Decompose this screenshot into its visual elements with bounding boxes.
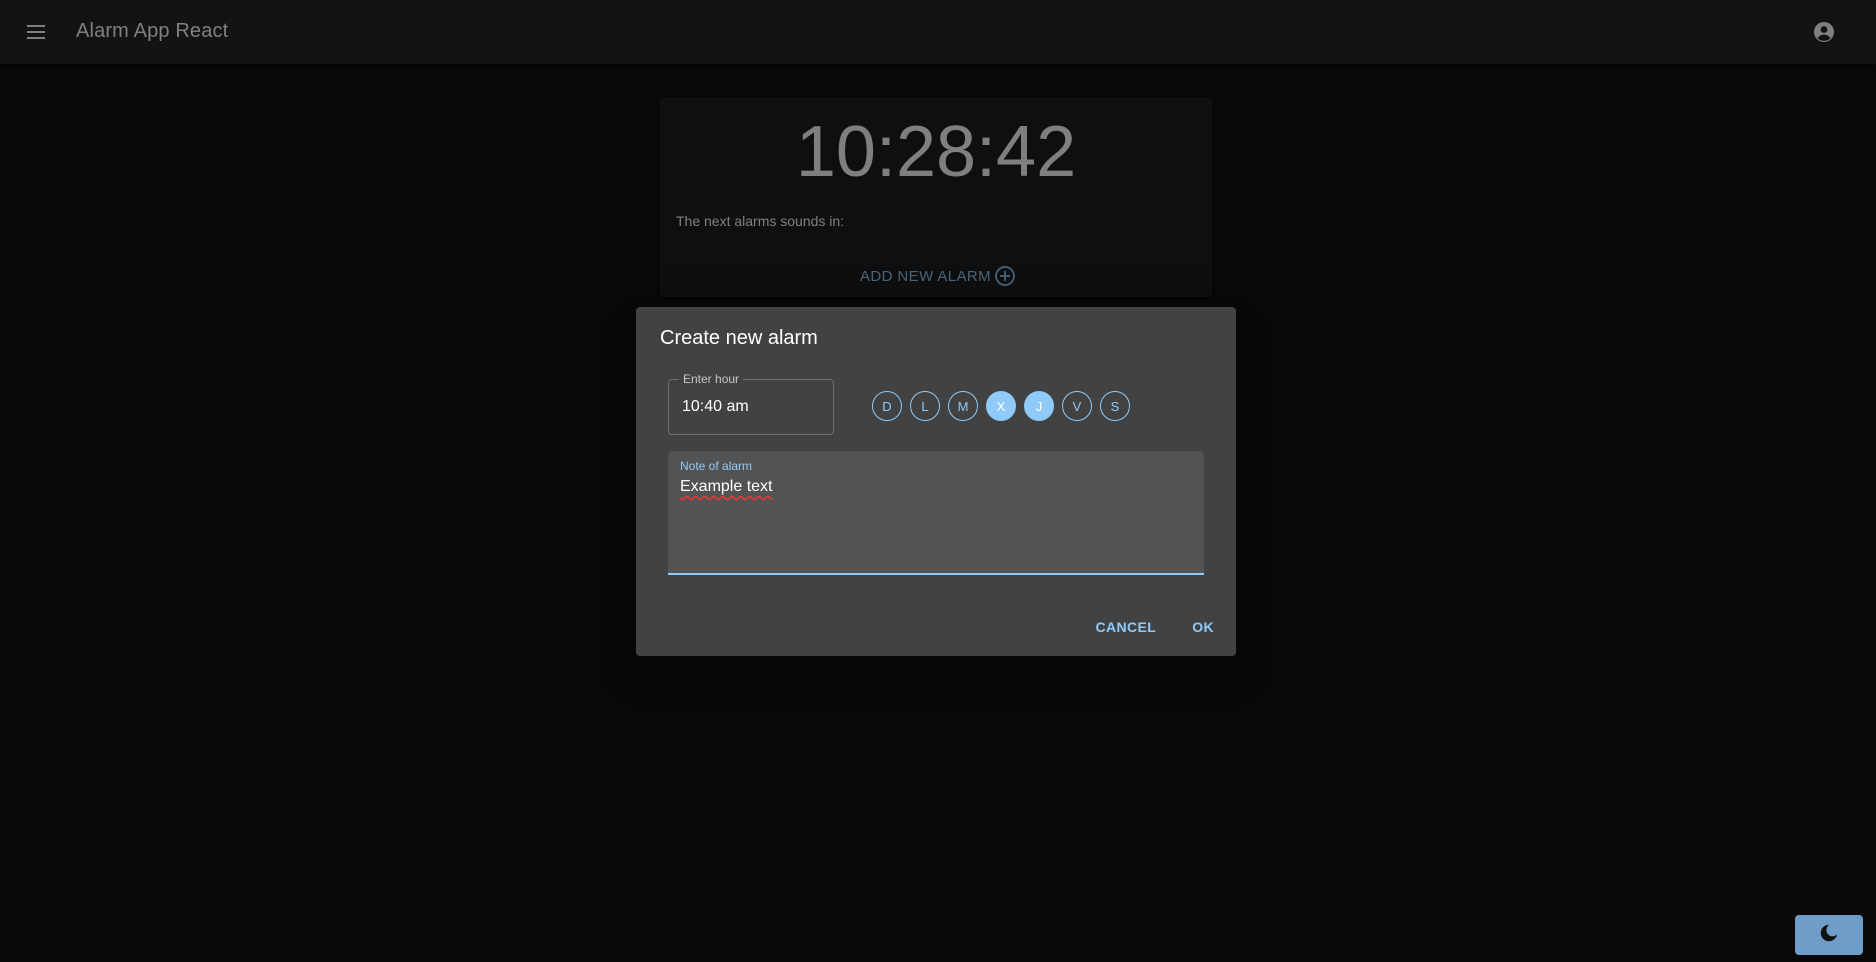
day-toggle-v[interactable]: V — [1062, 391, 1092, 421]
ok-button[interactable]: OK — [1192, 619, 1214, 635]
moon-icon — [1818, 922, 1840, 949]
note-textarea[interactable]: Note of alarm Example text — [668, 451, 1204, 575]
hour-input-label: Enter hour — [679, 372, 744, 386]
create-alarm-dialog: Create new alarm Enter hour 10:40 am D L… — [636, 307, 1236, 656]
cancel-button[interactable]: CANCEL — [1095, 619, 1156, 635]
theme-toggle-button[interactable] — [1795, 915, 1863, 955]
hour-input-value[interactable]: 10:40 am — [682, 398, 749, 416]
weekday-selector: D L M X J V S — [872, 391, 1130, 421]
hour-input[interactable]: Enter hour 10:40 am — [668, 372, 834, 435]
day-toggle-m[interactable]: M — [948, 391, 978, 421]
note-label: Note of alarm — [680, 459, 753, 473]
note-value[interactable]: Example text — [680, 478, 772, 496]
day-toggle-d[interactable]: D — [872, 391, 902, 421]
dialog-actions: CANCEL OK — [1095, 619, 1214, 635]
day-toggle-l[interactable]: L — [910, 391, 940, 421]
day-toggle-s[interactable]: S — [1100, 391, 1130, 421]
dialog-title: Create new alarm — [660, 327, 818, 349]
day-toggle-j[interactable]: J — [1024, 391, 1054, 421]
day-toggle-x[interactable]: X — [986, 391, 1016, 421]
